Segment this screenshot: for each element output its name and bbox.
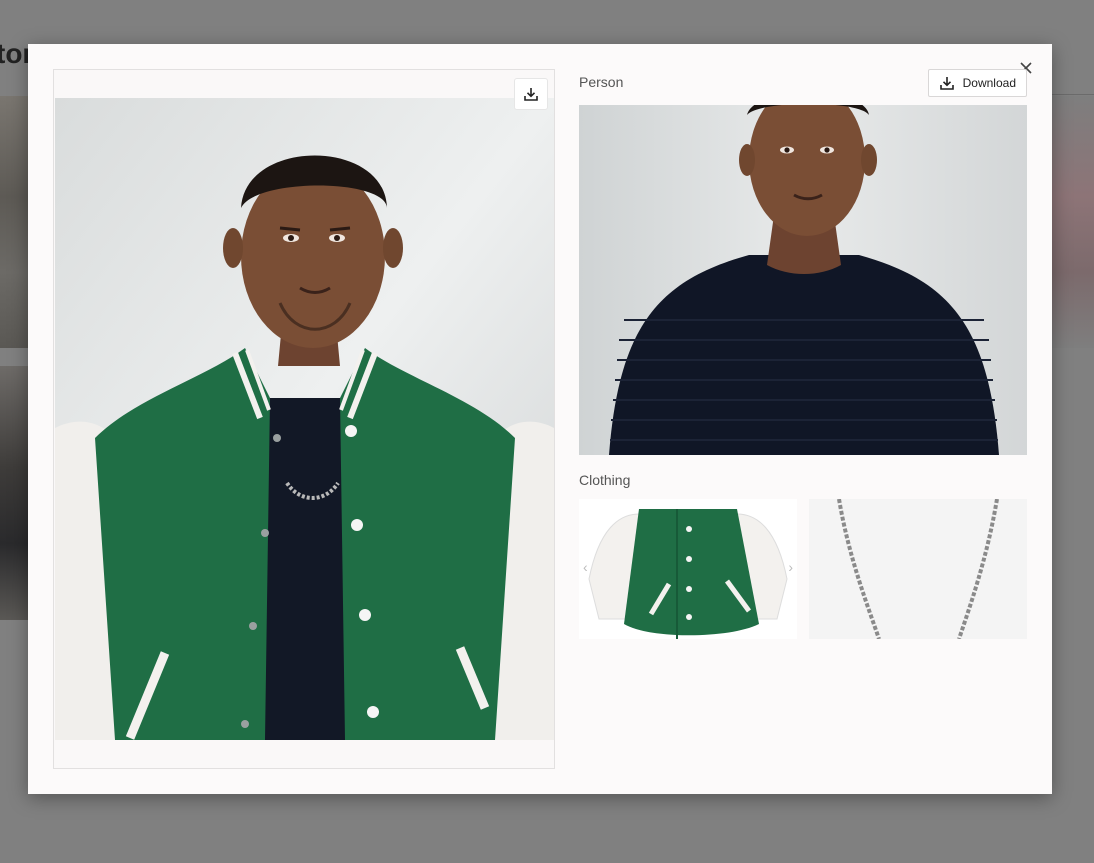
- download-icon: [524, 88, 538, 101]
- clothing-section-title: Clothing: [579, 472, 631, 488]
- background-thumbnail[interactable]: [1052, 96, 1094, 348]
- background-thumbnail[interactable]: [0, 96, 28, 348]
- main-image: [55, 98, 554, 740]
- download-button[interactable]: Download: [927, 69, 1027, 97]
- clothing-item[interactable]: [809, 499, 1027, 639]
- download-icon: [939, 77, 954, 90]
- background-thumbnail[interactable]: [0, 366, 28, 620]
- clothing-item[interactable]: ‹ ›: [579, 499, 797, 639]
- image-download-button[interactable]: [514, 78, 548, 110]
- person-image[interactable]: [579, 105, 1027, 455]
- chevron-right-icon: ›: [788, 559, 793, 575]
- person-section-title: Person: [579, 74, 624, 90]
- main-image-frame: [53, 69, 555, 769]
- result-modal: Person Download Clothing ‹ ›: [28, 44, 1052, 794]
- download-button-label: Download: [962, 76, 1016, 90]
- background-divider: [1052, 94, 1094, 95]
- chevron-left-icon: ‹: [583, 559, 588, 575]
